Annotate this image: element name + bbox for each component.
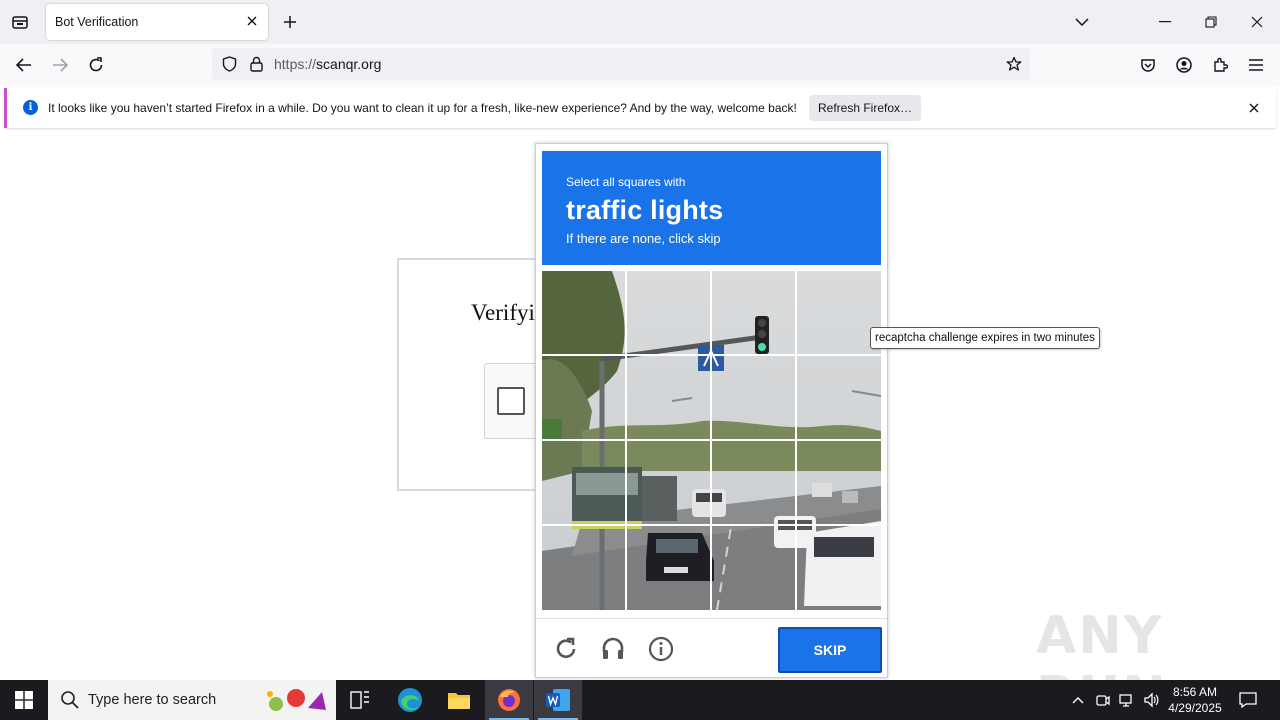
pocket-icon[interactable] bbox=[1136, 53, 1160, 77]
challenge-tooltip: recaptcha challenge expires in two minut… bbox=[870, 327, 1100, 349]
url-text: https://scanqr.org bbox=[274, 56, 382, 72]
clock-date: 4/29/2025 bbox=[1168, 701, 1222, 715]
active-tab[interactable]: Bot Verification bbox=[46, 4, 268, 40]
captcha-tile-4[interactable] bbox=[797, 271, 881, 355]
account-icon[interactable] bbox=[1172, 53, 1196, 77]
captcha-header: Select all squares with traffic lights I… bbox=[542, 151, 881, 265]
captcha-tile-12[interactable] bbox=[797, 441, 881, 525]
close-tab-icon[interactable] bbox=[244, 13, 260, 29]
extensions-icon[interactable] bbox=[1208, 53, 1232, 77]
captcha-hint: If there are none, click skip bbox=[566, 231, 721, 246]
navigation-bar: https://scanqr.org bbox=[0, 44, 1280, 86]
captcha-tile-15[interactable] bbox=[712, 526, 796, 610]
taskbar-search[interactable]: Type here to search bbox=[48, 680, 336, 720]
tab-title: Bot Verification bbox=[55, 15, 139, 29]
help-info-icon[interactable] bbox=[645, 633, 677, 665]
info-icon: i bbox=[23, 100, 38, 115]
captcha-tile-16[interactable] bbox=[797, 526, 881, 610]
lock-icon[interactable] bbox=[248, 56, 264, 72]
notifications-icon[interactable] bbox=[1236, 680, 1260, 720]
minimize-icon[interactable] bbox=[1150, 8, 1180, 36]
word-taskbar-icon[interactable] bbox=[534, 680, 582, 720]
captcha-challenge: Select all squares with traffic lights I… bbox=[535, 143, 888, 678]
search-placeholder: Type here to search bbox=[88, 692, 217, 708]
search-icon bbox=[61, 691, 79, 709]
task-view-icon[interactable] bbox=[336, 680, 384, 720]
captcha-tile-13[interactable] bbox=[542, 526, 626, 610]
reload-challenge-icon[interactable] bbox=[550, 633, 582, 665]
tab-bar: Bot Verification bbox=[0, 0, 1280, 44]
close-window-icon[interactable] bbox=[1242, 8, 1272, 36]
meet-now-icon[interactable] bbox=[1094, 680, 1112, 720]
url-bar[interactable]: https://scanqr.org bbox=[212, 48, 1030, 80]
notification-text: It looks like you haven’t started Firefo… bbox=[48, 101, 797, 115]
captcha-tile-2[interactable] bbox=[627, 271, 711, 355]
reload-icon[interactable] bbox=[84, 53, 108, 77]
new-tab-icon[interactable] bbox=[280, 12, 300, 32]
file-explorer-icon[interactable] bbox=[435, 680, 483, 720]
bookmark-star-icon[interactable] bbox=[1006, 56, 1022, 72]
captcha-target: traffic lights bbox=[566, 195, 724, 225]
captcha-footer: SKIP bbox=[536, 618, 887, 678]
audio-challenge-icon[interactable] bbox=[597, 633, 629, 665]
captcha-tile-7[interactable] bbox=[712, 356, 796, 440]
clock-time: 8:56 AM bbox=[1172, 685, 1218, 699]
search-highlight-icon bbox=[267, 689, 326, 711]
notification-bar: i It looks like you haven’t started Fire… bbox=[4, 88, 1276, 128]
captcha-tile-6[interactable] bbox=[627, 356, 711, 440]
captcha-tile-3[interactable] bbox=[712, 271, 796, 355]
restore-icon[interactable] bbox=[1196, 8, 1226, 36]
captcha-tile-11[interactable] bbox=[712, 441, 796, 525]
captcha-tile-5[interactable] bbox=[542, 356, 626, 440]
captcha-image-grid bbox=[542, 271, 881, 610]
network-icon[interactable] bbox=[1118, 680, 1136, 720]
close-notification-icon[interactable] bbox=[1246, 100, 1262, 116]
list-all-tabs-icon[interactable] bbox=[1072, 12, 1092, 32]
show-hidden-icons-icon[interactable] bbox=[1070, 680, 1086, 720]
refresh-firefox-button[interactable]: Refresh Firefox… bbox=[809, 95, 921, 121]
captcha-tile-1[interactable] bbox=[542, 271, 626, 355]
windows-taskbar: Type here to search 8:56 AM 4/29/2025 bbox=[0, 680, 1280, 720]
windows-start-icon[interactable] bbox=[0, 680, 48, 720]
captcha-instruction: Select all squares with bbox=[566, 175, 686, 189]
edge-icon[interactable] bbox=[386, 680, 434, 720]
tracking-protection-icon[interactable] bbox=[221, 56, 237, 72]
recaptcha-checkbox[interactable] bbox=[497, 387, 525, 415]
menu-icon[interactable] bbox=[1244, 53, 1268, 77]
back-icon[interactable] bbox=[12, 53, 36, 77]
captcha-tile-8[interactable] bbox=[797, 356, 881, 440]
skip-button[interactable]: SKIP bbox=[778, 627, 882, 673]
firefox-taskbar-icon[interactable] bbox=[485, 680, 533, 720]
page-title: Verifyi bbox=[471, 300, 535, 325]
captcha-tile-10[interactable] bbox=[627, 441, 711, 525]
system-clock[interactable]: 8:56 AM 4/29/2025 bbox=[1160, 684, 1230, 716]
volume-icon[interactable] bbox=[1142, 680, 1160, 720]
captcha-tile-9[interactable] bbox=[542, 441, 626, 525]
firefox-view-icon[interactable] bbox=[8, 10, 32, 34]
captcha-tile-14[interactable] bbox=[627, 526, 711, 610]
forward-icon[interactable] bbox=[48, 53, 72, 77]
